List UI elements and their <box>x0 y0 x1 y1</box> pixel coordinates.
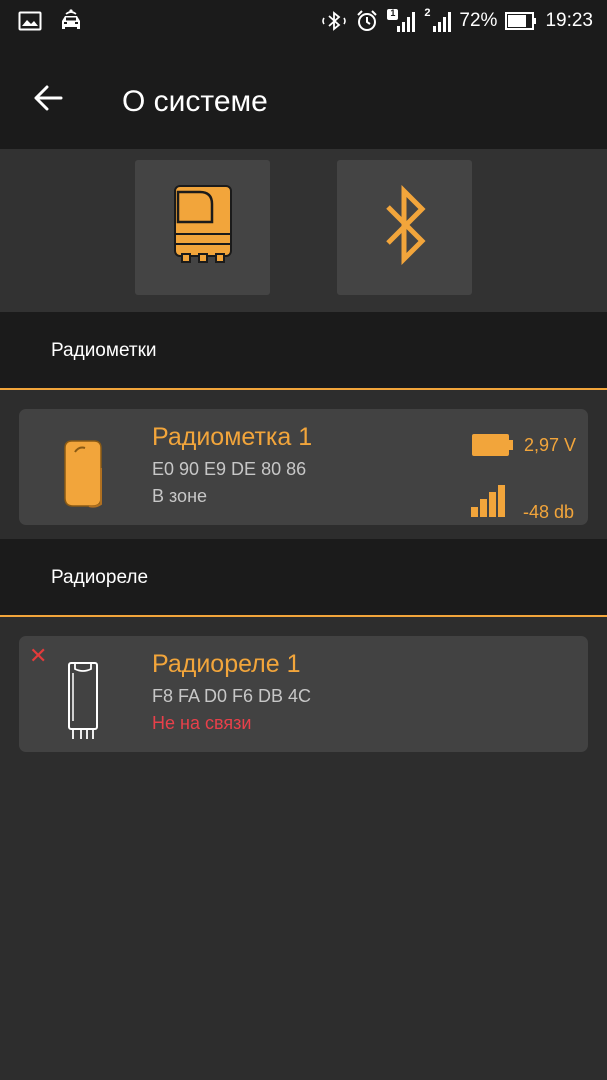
sim2-label: 2 <box>424 7 431 19</box>
relay-card[interactable]: ✕ Радиореле 1 F8 FA D0 F6 DB 4C Не на св… <box>19 636 588 752</box>
battery-percent: 72% <box>459 10 498 31</box>
sim2-signal-icon: 2 <box>423 7 452 33</box>
relay-name: Радиореле 1 <box>152 650 301 678</box>
tag-status: В зоне <box>152 486 208 506</box>
relay-icon <box>53 662 113 740</box>
section-header-relays: Радиореле <box>0 539 607 617</box>
signal-strength-icon <box>471 485 505 522</box>
sim1-label: 1 <box>390 8 396 18</box>
bluetooth-icon <box>382 184 428 270</box>
image-notification-icon <box>18 11 42 31</box>
bluetooth-tile[interactable] <box>337 160 472 295</box>
device-tiles <box>0 149 607 312</box>
tag-name: Радиометка 1 <box>152 423 313 451</box>
phone-battery-icon <box>505 12 537 30</box>
offline-close-icon: ✕ <box>29 643 48 668</box>
back-arrow-icon <box>33 85 63 116</box>
alarm-icon <box>355 9 379 33</box>
relay-mac: F8 FA D0 F6 DB 4C <box>152 686 312 706</box>
app-bar: О системе <box>0 42 607 149</box>
section-title-tags: Радиометки <box>51 340 157 361</box>
tag-signal: -48 db <box>523 502 575 522</box>
tag-voltage: 2,97 V <box>524 435 577 455</box>
tag-icon <box>53 435 113 513</box>
page-title: О системе <box>122 85 268 118</box>
sim1-signal-icon: 1 <box>387 8 416 33</box>
section-title-relays: Радиореле <box>51 567 149 588</box>
relay-status: Не на связи <box>152 713 252 733</box>
battery-icon <box>472 433 514 462</box>
car-notification-icon <box>58 8 84 34</box>
tag-device-icon <box>172 184 234 271</box>
add-tag-tile[interactable] <box>135 160 270 295</box>
status-bar: 1 2 72% 19:23 <box>0 0 607 42</box>
section-header-tags: Радиометки <box>0 312 607 390</box>
tag-card[interactable]: Радиометка 1 E0 90 E9 DE 80 86 В зоне 2,… <box>19 409 588 525</box>
clock: 19:23 <box>545 10 593 31</box>
bluetooth-status-icon <box>321 10 347 32</box>
tag-mac: E0 90 E9 DE 80 86 <box>152 459 307 479</box>
back-button[interactable] <box>26 78 70 122</box>
